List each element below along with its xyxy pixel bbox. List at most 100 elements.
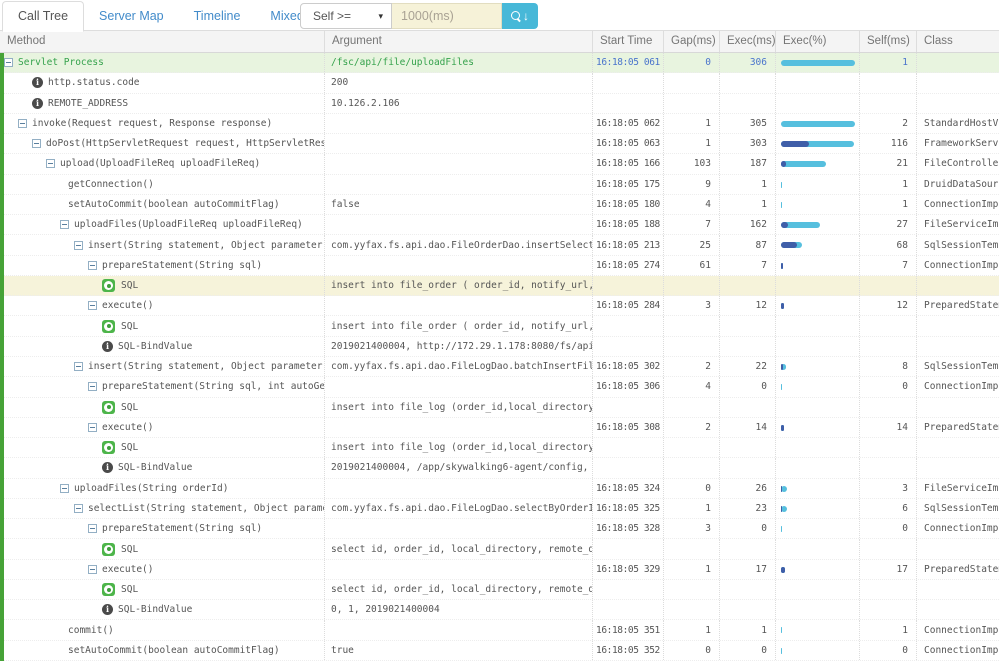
exec-cell: 22 bbox=[720, 357, 776, 376]
collapse-icon[interactable] bbox=[88, 261, 97, 270]
col-header-exec[interactable]: Exec(ms) bbox=[720, 31, 776, 52]
exec-percent-cell bbox=[776, 215, 860, 234]
gap-cell: 1 bbox=[664, 114, 720, 133]
table-row[interactable]: SQLinsert into file_log (order_id,local_… bbox=[0, 398, 999, 418]
table-row[interactable]: prepareStatement(String sql)16:18:05 274… bbox=[0, 256, 999, 276]
exec-percent-cell bbox=[776, 53, 860, 72]
exec-percent-cell bbox=[776, 398, 860, 417]
method-label: execute() bbox=[102, 300, 153, 311]
table-row[interactable]: SQLinsert into file_log (order_id,local_… bbox=[0, 438, 999, 458]
method-label: insert(String statement, Object paramete… bbox=[88, 361, 325, 372]
class-cell: SqlSessionTemplate bbox=[917, 499, 999, 518]
class-cell: FileServiceImpl bbox=[917, 479, 999, 498]
collapse-icon[interactable] bbox=[88, 423, 97, 432]
table-row[interactable]: execute()16:18:05 28431212PreparedStatem… bbox=[0, 296, 999, 316]
table-row[interactable]: doPost(HttpServletRequest request, HttpS… bbox=[0, 134, 999, 154]
collapse-icon[interactable] bbox=[60, 220, 69, 229]
collapse-icon[interactable] bbox=[88, 301, 97, 310]
argument-cell bbox=[325, 114, 593, 133]
threshold-input[interactable] bbox=[392, 3, 502, 29]
collapse-icon[interactable] bbox=[18, 119, 27, 128]
exec-percent-cell bbox=[776, 316, 860, 335]
table-row[interactable]: insert(String statement, Object paramete… bbox=[0, 357, 999, 377]
col-header-class[interactable]: Class bbox=[917, 31, 999, 52]
start-time-cell: 16:18:05 306 bbox=[593, 377, 664, 396]
table-row[interactable]: prepareStatement(String sql, int autoGen… bbox=[0, 377, 999, 397]
self-cell bbox=[860, 438, 917, 457]
col-header-self[interactable]: Self(ms) bbox=[860, 31, 917, 52]
collapse-icon[interactable] bbox=[88, 524, 97, 533]
gap-cell bbox=[664, 458, 720, 477]
table-row[interactable]: SQLinsert into file_order ( order_id, no… bbox=[0, 316, 999, 336]
start-time-cell: 16:18:05 175 bbox=[593, 175, 664, 194]
exec-percent-cell bbox=[776, 296, 860, 315]
collapse-icon[interactable] bbox=[74, 241, 83, 250]
argument-cell: select id, order_id, local_directory, re… bbox=[325, 580, 593, 599]
self-cell bbox=[860, 94, 917, 113]
table-row[interactable]: execute()16:18:05 32911717PreparedStatem… bbox=[0, 560, 999, 580]
collapse-icon[interactable] bbox=[88, 565, 97, 574]
col-header-exec-pct[interactable]: Exec(%) bbox=[776, 31, 860, 52]
self-cell bbox=[860, 398, 917, 417]
collapse-icon[interactable] bbox=[32, 139, 41, 148]
method-label: execute() bbox=[102, 564, 153, 575]
method-label: invoke(Request request, Response respons… bbox=[32, 118, 272, 129]
self-cell: 68 bbox=[860, 235, 917, 254]
table-row[interactable]: uploadFiles(String orderId)16:18:05 3240… bbox=[0, 479, 999, 499]
table-row[interactable]: commit()16:18:05 351111ConnectionImpl bbox=[0, 620, 999, 640]
argument-cell bbox=[325, 134, 593, 153]
table-row[interactable]: insert(String statement, Object paramete… bbox=[0, 235, 999, 255]
method-label: SQL-BindValue bbox=[118, 341, 192, 352]
col-header-start-time[interactable]: Start Time bbox=[593, 31, 664, 52]
table-row[interactable]: Servlet Process/fsc/api/file/uploadFiles… bbox=[0, 53, 999, 73]
collapse-icon[interactable] bbox=[60, 484, 69, 493]
table-row[interactable]: SQLinsert into file_order ( order_id, no… bbox=[0, 276, 999, 296]
table-row[interactable]: setAutoCommit(boolean autoCommitFlag)tru… bbox=[0, 641, 999, 661]
start-time-cell bbox=[593, 438, 664, 457]
collapse-icon[interactable] bbox=[46, 159, 55, 168]
class-cell: FileController bbox=[917, 154, 999, 173]
self-bar bbox=[781, 242, 797, 248]
table-row[interactable]: invoke(Request request, Response respons… bbox=[0, 114, 999, 134]
table-row[interactable]: execute()16:18:05 30821414PreparedStatem… bbox=[0, 418, 999, 438]
table-row[interactable]: SQLselect id, order_id, local_directory,… bbox=[0, 580, 999, 600]
table-row[interactable]: upload(UploadFileReq uploadFileReq)16:18… bbox=[0, 154, 999, 174]
tab-timeline[interactable]: Timeline bbox=[179, 2, 256, 31]
argument-cell bbox=[325, 560, 593, 579]
col-header-method[interactable]: Method bbox=[0, 31, 325, 52]
table-row[interactable]: iSQL-BindValue2019021400004, /app/skywal… bbox=[0, 458, 999, 478]
exec-cell bbox=[720, 73, 776, 92]
start-time-cell: 16:18:05 063 bbox=[593, 134, 664, 153]
table-row[interactable]: uploadFiles(UploadFileReq uploadFileReq)… bbox=[0, 215, 999, 235]
exec-bar bbox=[781, 526, 782, 532]
self-bar bbox=[781, 364, 783, 370]
filter-operator-select[interactable]: Self >= ▾ bbox=[300, 3, 392, 29]
table-row[interactable]: iREMOTE_ADDRESS10.126.2.106 bbox=[0, 94, 999, 114]
table-row[interactable]: prepareStatement(String sql)16:18:05 328… bbox=[0, 519, 999, 539]
class-cell: PreparedStatement bbox=[917, 296, 999, 315]
collapse-icon[interactable] bbox=[74, 504, 83, 513]
search-button[interactable]: ↓ bbox=[502, 3, 538, 29]
table-row[interactable]: ihttp.status.code200 bbox=[0, 73, 999, 93]
argument-cell: insert into file_log (order_id,local_dir… bbox=[325, 398, 593, 417]
table-row[interactable]: iSQL-BindValue0, 1, 2019021400004 bbox=[0, 600, 999, 620]
collapse-icon[interactable] bbox=[4, 58, 13, 67]
start-time-cell: 16:18:05 324 bbox=[593, 479, 664, 498]
tab-server-map[interactable]: Server Map bbox=[84, 2, 179, 31]
self-cell bbox=[860, 73, 917, 92]
class-cell bbox=[917, 73, 999, 92]
exec-percent-cell bbox=[776, 539, 860, 558]
table-row[interactable]: setAutoCommit(boolean autoCommitFlag)fal… bbox=[0, 195, 999, 215]
table-row[interactable]: selectList(String statement, Object para… bbox=[0, 499, 999, 519]
argument-cell bbox=[325, 256, 593, 275]
table-row[interactable]: SQLselect id, order_id, local_directory,… bbox=[0, 539, 999, 559]
table-row[interactable]: iSQL-BindValue2019021400004, http://172.… bbox=[0, 337, 999, 357]
collapse-icon[interactable] bbox=[88, 382, 97, 391]
gap-cell bbox=[664, 337, 720, 356]
col-header-argument[interactable]: Argument bbox=[325, 31, 593, 52]
table-row[interactable]: getConnection()16:18:05 175911DruidDataS… bbox=[0, 175, 999, 195]
method-label: SQL-BindValue bbox=[118, 462, 192, 473]
tab-call-tree[interactable]: Call Tree bbox=[2, 1, 84, 32]
collapse-icon[interactable] bbox=[74, 362, 83, 371]
col-header-gap[interactable]: Gap(ms) bbox=[664, 31, 720, 52]
